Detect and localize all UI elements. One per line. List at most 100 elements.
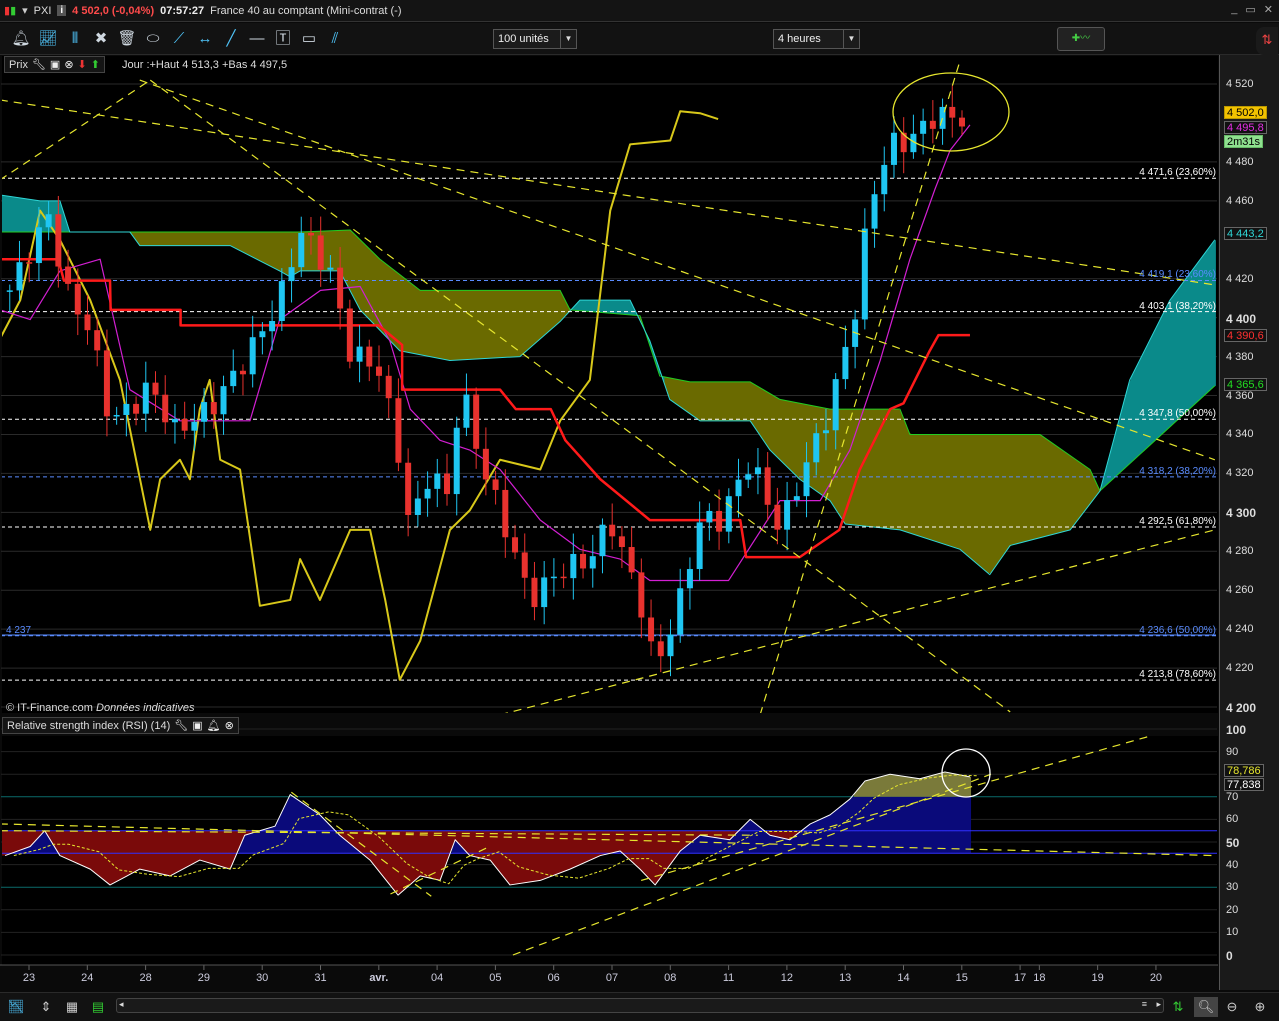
cloud-segment <box>166 231 170 246</box>
scroll-left-icon[interactable]: ◂ <box>119 999 124 1010</box>
window-icon[interactable]: ▣ <box>192 719 202 732</box>
cloud-segment <box>483 290 488 359</box>
cloud-segment <box>853 409 858 526</box>
rsi-bull-fill <box>329 824 333 854</box>
candle-body <box>45 214 52 228</box>
cloud-segment <box>909 432 913 534</box>
zoom-in-icon[interactable]: ⊕ <box>1250 997 1270 1017</box>
rsi-bull-fill <box>877 796 881 854</box>
cloud-segment <box>157 231 161 246</box>
zoom-fit-icon[interactable]: 🔍︎ <box>1194 997 1218 1017</box>
rsi-oversold-fill <box>437 830 441 881</box>
rsi-oversold-fill <box>160 830 164 875</box>
candle-body <box>832 379 839 431</box>
rsi-bull-fill <box>250 832 254 854</box>
horizontal-scrollbar[interactable]: ◂ ≡ ▸ <box>116 998 1164 1013</box>
cloud-segment <box>751 382 756 428</box>
cloud-segment <box>151 231 155 246</box>
cloud-segment <box>498 290 502 358</box>
candle-body <box>531 577 538 608</box>
fib-level-label: 4 213,8 (78,60%) <box>1139 669 1216 681</box>
chart-type-icon[interactable]: 📉︎ <box>6 997 26 1017</box>
rsi-oversold-fill <box>157 830 161 874</box>
rsi-tick-label: 50 <box>1226 836 1240 850</box>
cloud-segment <box>714 381 718 421</box>
candle-body <box>609 524 616 537</box>
candle-body <box>288 267 295 282</box>
cloud-segment <box>367 246 371 321</box>
cloud-segment <box>973 434 977 564</box>
rsi-oversold-fill <box>413 830 418 882</box>
disclaimer-text: Données indicatives <box>96 702 195 714</box>
candle-body <box>560 576 567 579</box>
cloud-segment <box>192 231 196 246</box>
rsi-bull-fill <box>332 827 336 854</box>
alert-bell-icon[interactable]: 🔔︎ <box>207 719 221 732</box>
cloud-segment <box>888 409 893 529</box>
cloud-segment <box>743 381 747 421</box>
scroll-right-icon[interactable]: ▸ <box>1156 999 1161 1010</box>
rsi-oversold-fill <box>469 830 473 857</box>
cloud-segment <box>1084 465 1088 512</box>
window-icon[interactable]: ▣ <box>50 58 60 71</box>
rsi-bull-fill <box>273 822 278 854</box>
rsi-tick-label: 10 <box>1226 926 1239 939</box>
candle-body <box>754 467 761 475</box>
rsi-bull-fill <box>883 796 887 854</box>
colors-icon[interactable]: ▤ <box>88 997 108 1017</box>
zoom-out-icon[interactable]: ⊖ <box>1222 997 1242 1017</box>
chart-canvas[interactable] <box>0 0 1279 1021</box>
rsi-bull-fill <box>827 814 832 854</box>
rsi-oversold-fill <box>509 830 514 885</box>
cloud-segment <box>775 396 779 459</box>
candle-body <box>764 467 771 505</box>
cloud-segment <box>786 400 791 470</box>
wrench-icon[interactable]: 🔧︎ <box>174 719 188 732</box>
rsi-bull-fill <box>868 796 872 854</box>
close-panel-icon[interactable]: ⊗ <box>64 58 73 71</box>
rsi-oversold-fill <box>180 830 184 871</box>
move-down-icon[interactable]: ⬇ <box>78 58 87 71</box>
date-tick-label: 11 <box>722 972 735 984</box>
fib-level-label: 4 236,6 (50,00%) <box>1139 624 1216 636</box>
cloud-segment <box>352 232 356 301</box>
rsi-bull-fill <box>300 801 304 854</box>
cloud-segment <box>676 379 680 407</box>
scale-icon[interactable]: ⇕ <box>36 997 56 1017</box>
rsi-tick-label: 100 <box>1226 723 1247 737</box>
rsi-bull-fill <box>291 796 295 854</box>
rsi-overbought-fill <box>868 779 872 797</box>
table-icon[interactable]: ▦ <box>62 997 82 1017</box>
cloud-segment <box>979 434 983 569</box>
wrench-icon[interactable]: 🔧︎ <box>32 58 46 71</box>
rsi-bull-fill <box>699 835 703 854</box>
cloud-segment <box>988 434 992 574</box>
rsi-oversold-fill <box>14 830 18 853</box>
rsi-oversold-fill <box>591 830 596 860</box>
rsi-oversold-fill <box>227 830 231 870</box>
cloud-segment <box>740 381 744 421</box>
candle-body <box>191 421 198 431</box>
cloud-segment <box>725 381 730 421</box>
rsi-oversold-fill <box>405 830 409 890</box>
rsi-oversold-fill <box>407 830 412 887</box>
candle-body <box>74 283 81 315</box>
candle-body <box>395 398 402 463</box>
rsi-bull-fill <box>953 796 957 854</box>
rsi-oversold-fill <box>574 830 578 868</box>
scroll-thumb-icon[interactable]: ≡ <box>1142 999 1147 1009</box>
rsi-bull-fill <box>967 796 972 854</box>
cloud-segment <box>235 231 240 251</box>
cloud-segment <box>886 409 890 529</box>
cloud-segment <box>1034 434 1039 540</box>
close-panel-icon[interactable]: ⊗ <box>225 719 234 732</box>
cloud-segment <box>381 260 386 336</box>
candle-body <box>298 232 305 268</box>
move-up-icon[interactable]: ⬆ <box>91 58 100 71</box>
auto-scale-icon[interactable]: ⇅ <box>1168 997 1188 1017</box>
cloud-segment <box>626 300 630 315</box>
rsi-bull-fill <box>285 798 289 854</box>
rsi-bull-fill <box>871 796 875 854</box>
rsi-oversold-fill <box>17 830 21 852</box>
rsi-oversold-fill <box>428 830 432 879</box>
